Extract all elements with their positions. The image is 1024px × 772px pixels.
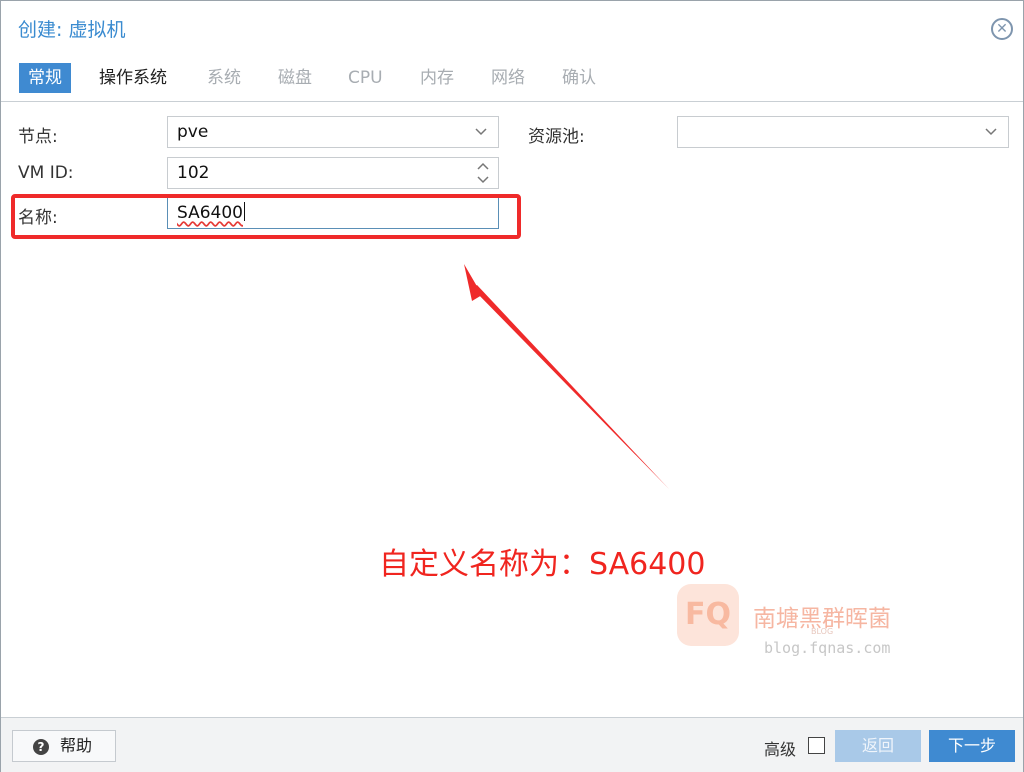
watermark-sub: BLOG	[811, 627, 834, 636]
advanced-checkbox[interactable]	[808, 737, 825, 754]
question-circle-icon: ?	[33, 739, 49, 755]
next-button[interactable]: 下一步	[929, 730, 1015, 762]
help-button-label: 帮助	[60, 736, 93, 755]
create-vm-dialog: 创建: 虚拟机 ✕ 常规 操作系统 系统 磁盘 CPU 内存 网络 确认 节点:…	[0, 0, 1024, 772]
watermark-logo-icon: FQ	[677, 584, 739, 646]
watermark-url: blog.fqnas.com	[764, 639, 891, 657]
help-button[interactable]: ? 帮助	[12, 730, 116, 762]
annotation-text: 自定义名称为：SA6400	[379, 547, 706, 582]
dialog-footer: ? 帮助 高级 返回 下一步	[1, 717, 1023, 772]
advanced-label: 高级	[764, 740, 797, 759]
back-button[interactable]: 返回	[835, 730, 921, 762]
